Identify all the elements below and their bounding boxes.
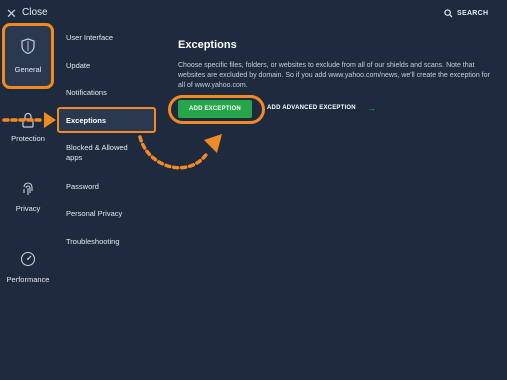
tutorial-arrows xyxy=(2,112,222,170)
arrow-to-add-exception xyxy=(138,134,222,170)
arrow-to-exceptions xyxy=(2,112,56,128)
